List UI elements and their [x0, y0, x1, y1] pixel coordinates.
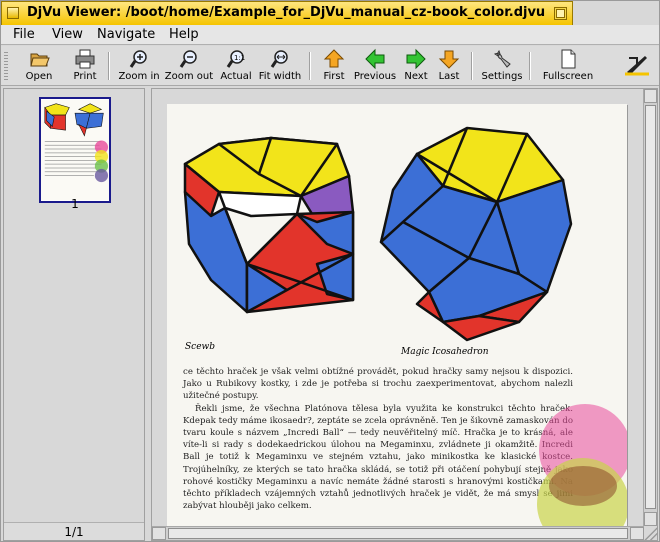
paragraph: ce těchto hraček je však velmi obtížné p… [183, 367, 573, 402]
zoom-out-button[interactable]: Zoom out [164, 48, 214, 84]
last-label: Last [438, 71, 460, 82]
menu-view[interactable]: View [52, 27, 83, 42]
scroll-left-button[interactable] [152, 527, 166, 540]
toolbar-separator [309, 52, 311, 80]
horizontal-scrollbar[interactable] [152, 526, 644, 540]
close-button[interactable] [7, 7, 19, 19]
paragraph: Řekli jsme, že všechna Platónova tělesa … [183, 403, 573, 512]
menu-file[interactable]: File [13, 27, 35, 42]
settings-button[interactable]: Settings [481, 48, 523, 84]
icosahedron-illustration [379, 126, 573, 342]
printer-icon [75, 49, 95, 69]
actual-size-button[interactable]: 1:1 Actual [218, 48, 254, 84]
page-counter: 1/1 [4, 522, 144, 540]
fullscreen-label: Fullscreen [542, 71, 594, 82]
previous-label: Previous [353, 71, 397, 82]
zoom-in-button[interactable]: Zoom in [116, 48, 162, 84]
print-label: Print [73, 71, 97, 82]
zoom-in-icon [129, 50, 147, 68]
illustration-puzzles [183, 126, 573, 342]
page-thumbnail-image [41, 99, 109, 201]
fullscreen-button[interactable]: Fullscreen [541, 48, 595, 84]
svg-text:1:1: 1:1 [234, 54, 245, 62]
title-bar[interactable]: DjVu Viewer: /boot/home/Example_for_DjVu… [1, 1, 573, 25]
first-label: First [323, 71, 345, 82]
arrow-left-icon [365, 48, 385, 70]
document-icon [561, 49, 576, 69]
toolbar-separator [108, 52, 110, 80]
caption-magic-icosahedron: Magic Icosahedron [401, 347, 489, 357]
menu-bar: File View Navigate Help [1, 25, 659, 45]
folder-icon [30, 53, 50, 67]
fit-width-icon [270, 50, 288, 68]
vertical-scrollbar[interactable] [643, 89, 657, 526]
scroll-down-button[interactable] [644, 512, 657, 526]
toolbar: Open Print Zoom in Zoom out 1:1 Actual F… [1, 46, 659, 86]
toolbar-separator [529, 52, 531, 80]
next-label: Next [404, 71, 428, 82]
window-title: DjVu Viewer: /boot/home/Example_for_DjVu… [27, 5, 546, 20]
vertical-scroll-thumb[interactable] [645, 105, 656, 509]
caption-scewb: Scewb [185, 342, 215, 352]
page-body-text: ce těchto hraček je však velmi obtížné p… [183, 366, 573, 512]
zoom-out-icon [179, 50, 197, 68]
thumbnail-page-number: 1 [71, 197, 79, 211]
first-page-button[interactable]: First [319, 48, 349, 84]
toolbar-separator [471, 52, 473, 80]
arrow-up-icon [323, 49, 345, 68]
scroll-right-button[interactable] [630, 527, 644, 540]
actual-label: Actual [220, 71, 252, 82]
menu-help[interactable]: Help [169, 27, 199, 42]
last-page-button[interactable]: Last [435, 48, 463, 84]
zoom-button[interactable] [554, 7, 567, 20]
next-page-button[interactable]: Next [402, 48, 430, 84]
djvu-logo-icon [625, 56, 649, 76]
color-circles-decoration [537, 404, 627, 540]
open-button[interactable]: Open [20, 48, 58, 84]
document-view[interactable]: Scewb Magic Icosahedron ce těchto hraček… [151, 88, 658, 541]
window-resize-grip[interactable] [644, 526, 658, 540]
thumbnail-panel: 1 1/1 [3, 88, 145, 541]
previous-page-button[interactable]: Previous [353, 48, 397, 84]
wrench-icon [493, 50, 511, 68]
app-window: DjVu Viewer: /boot/home/Example_for_DjVu… [0, 0, 660, 542]
fit-width-button[interactable]: Fit width [257, 48, 303, 84]
document-page: Scewb Magic Icosahedron ce těchto hraček… [167, 104, 627, 540]
zoom-out-label: Zoom out [164, 71, 214, 82]
actual-size-icon: 1:1 [226, 50, 245, 68]
settings-label: Settings [481, 71, 523, 82]
toolbar-grip[interactable] [4, 52, 8, 80]
open-label: Open [25, 71, 53, 82]
page-thumbnail[interactable] [39, 97, 111, 203]
print-button[interactable]: Print [67, 48, 103, 84]
scroll-up-button[interactable] [644, 89, 657, 103]
skewb-illustration [183, 136, 355, 314]
horizontal-scroll-thumb[interactable] [168, 528, 628, 539]
menu-navigate[interactable]: Navigate [97, 27, 155, 42]
arrow-right-icon [406, 48, 426, 70]
fit-width-label: Fit width [258, 71, 302, 82]
zoom-in-label: Zoom in [118, 71, 160, 82]
arrow-down-icon [438, 50, 460, 69]
